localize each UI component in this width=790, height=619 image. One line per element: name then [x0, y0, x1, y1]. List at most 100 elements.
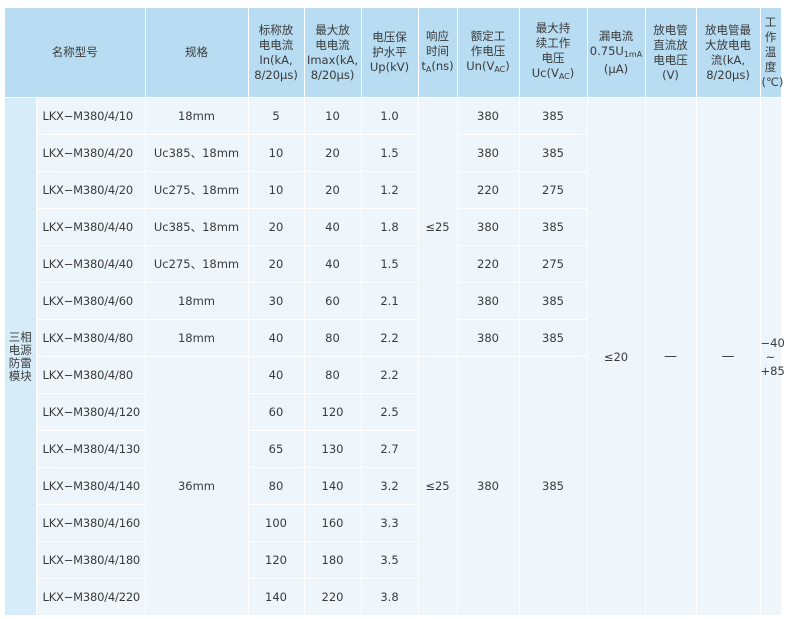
cell-up: 3.3 — [361, 504, 419, 542]
cell-in: 5 — [248, 97, 305, 135]
table-row: 三相电源防雷模块 LKX−M380/4/10 18mm 5 10 1.0 ≤25… — [5, 97, 785, 616]
header-spec: 规格 — [145, 8, 249, 98]
cell-spec: 18mm — [145, 282, 249, 320]
cell-up: 3.8 — [361, 578, 419, 616]
cell-up: 1.0 — [361, 97, 419, 135]
cell-imax: 160 — [304, 504, 362, 542]
cell-uc: 275 — [519, 245, 588, 283]
cell-in: 40 — [248, 356, 305, 394]
cell-in: 10 — [248, 171, 305, 209]
header-leakage: 漏电流 0.75U1mA (μA) — [587, 8, 646, 98]
cell-up: 2.2 — [361, 319, 419, 357]
cell-name: LKX−M380/4/140 — [36, 467, 146, 505]
cell-un: 380 — [457, 319, 520, 357]
cell-name: LKX−M380/4/80 — [36, 319, 146, 357]
header-un: 额定工 作电压 Un(VAC) — [457, 8, 520, 98]
cell-name: LKX−M380/4/130 — [36, 430, 146, 468]
cell-in: 10 — [248, 134, 305, 172]
header-name: 名称型号 — [5, 8, 146, 98]
cell-up: 2.2 — [361, 356, 419, 394]
cell-un: 380 — [457, 134, 520, 172]
cell-name: LKX−M380/4/160 — [36, 504, 146, 542]
cell-name: LKX−M380/4/40 — [36, 245, 146, 283]
cell-spec-merged: 36mm — [145, 356, 249, 616]
cell-imax: 120 — [304, 393, 362, 431]
cell-imax: 20 — [304, 134, 362, 172]
cell-imax: 60 — [304, 282, 362, 320]
header-up: 电压保 护水平 Up(kV) — [361, 8, 419, 98]
cell-un: 220 — [457, 171, 520, 209]
header-temp: 工作 温度 (℃) — [760, 8, 783, 98]
cell-gdt-dc-merged: — — [645, 97, 697, 616]
cell-un: 380 — [457, 97, 520, 135]
cell-uc: 385 — [519, 97, 588, 135]
cell-gdt-max-merged: — — [696, 97, 761, 616]
cell-up: 1.2 — [361, 171, 419, 209]
cell-leakage-merged: ≤20 — [587, 97, 646, 616]
cell-uc: 385 — [519, 208, 588, 246]
cell-in: 80 — [248, 467, 305, 505]
header-ta: 响应 时间 tA(ns) — [418, 8, 458, 98]
cell-un: 380 — [457, 282, 520, 320]
cell-in: 20 — [248, 245, 305, 283]
cell-up: 1.5 — [361, 245, 419, 283]
cell-up: 3.5 — [361, 541, 419, 579]
cell-imax: 40 — [304, 208, 362, 246]
cell-up: 1.8 — [361, 208, 419, 246]
group-label-cell: 三相电源防雷模块 — [5, 97, 37, 616]
cell-in: 20 — [248, 208, 305, 246]
cell-uc: 275 — [519, 171, 588, 209]
cell-spec: Uc385、18mm — [145, 134, 249, 172]
header-uc: 最大持 续工作 电压 Uc(VAC) — [519, 8, 588, 98]
cell-name: LKX−M380/4/40 — [36, 208, 146, 246]
cell-un-merged: 380 — [457, 356, 520, 616]
header-in: 标称放 电电流 In(kA, 8/20μs) — [248, 8, 305, 98]
cell-imax: 80 — [304, 356, 362, 394]
cell-in: 100 — [248, 504, 305, 542]
cell-ta-merged-top: ≤25 — [418, 97, 458, 357]
cell-uc: 385 — [519, 134, 588, 172]
cell-in: 30 — [248, 282, 305, 320]
cell-imax: 140 — [304, 467, 362, 505]
cell-ta-merged-bottom: ≤25 — [418, 356, 458, 616]
header-row: 名称型号 规格 标称放 电电流 In(kA, 8/20μs) 最大放 电电流 Imax(k… — [5, 8, 783, 98]
cell-name: LKX−M380/4/20 — [36, 171, 146, 209]
cell-un: 220 — [457, 245, 520, 283]
cell-imax: 20 — [304, 171, 362, 209]
cell-in: 140 — [248, 578, 305, 616]
cell-spec: Uc275、18mm — [145, 245, 249, 283]
cell-in: 120 — [248, 541, 305, 579]
cell-imax: 180 — [304, 541, 362, 579]
cell-name: LKX−M380/4/80 — [36, 356, 146, 394]
cell-imax: 80 — [304, 319, 362, 357]
cell-up: 2.7 — [361, 430, 419, 468]
cell-uc: 385 — [519, 319, 588, 357]
cell-name: LKX−M380/4/60 — [36, 282, 146, 320]
cell-up: 2.5 — [361, 393, 419, 431]
cell-in: 40 — [248, 319, 305, 357]
cell-name: LKX−M380/4/20 — [36, 134, 146, 172]
cell-temp-merged: −40 ~ +85 — [760, 97, 785, 616]
cell-spec: Uc385、18mm — [145, 208, 249, 246]
cell-in: 60 — [248, 393, 305, 431]
cell-up: 3.2 — [361, 467, 419, 505]
cell-name: LKX−M380/4/10 — [36, 97, 146, 135]
spd-spec-table: 名称型号 规格 标称放 电电流 In(kA, 8/20μs) 最大放 电电流 Imax(k… — [5, 8, 785, 616]
cell-in: 65 — [248, 430, 305, 468]
cell-uc-merged: 385 — [519, 356, 588, 616]
cell-imax: 220 — [304, 578, 362, 616]
cell-spec: Uc275、18mm — [145, 171, 249, 209]
cell-up: 1.5 — [361, 134, 419, 172]
cell-name: LKX−M380/4/180 — [36, 541, 146, 579]
cell-imax: 10 — [304, 97, 362, 135]
header-gdt-dc: 放电管 直流放 电电压 (V) — [645, 8, 697, 98]
cell-uc: 385 — [519, 282, 588, 320]
cell-imax: 40 — [304, 245, 362, 283]
cell-imax: 130 — [304, 430, 362, 468]
header-gdt-max: 放电管最 大放电电 流(kA, 8/20μs) — [696, 8, 761, 98]
cell-name: LKX−M380/4/120 — [36, 393, 146, 431]
cell-spec: 18mm — [145, 97, 249, 135]
cell-spec: 18mm — [145, 319, 249, 357]
cell-name: LKX−M380/4/220 — [36, 578, 146, 616]
cell-un: 380 — [457, 208, 520, 246]
